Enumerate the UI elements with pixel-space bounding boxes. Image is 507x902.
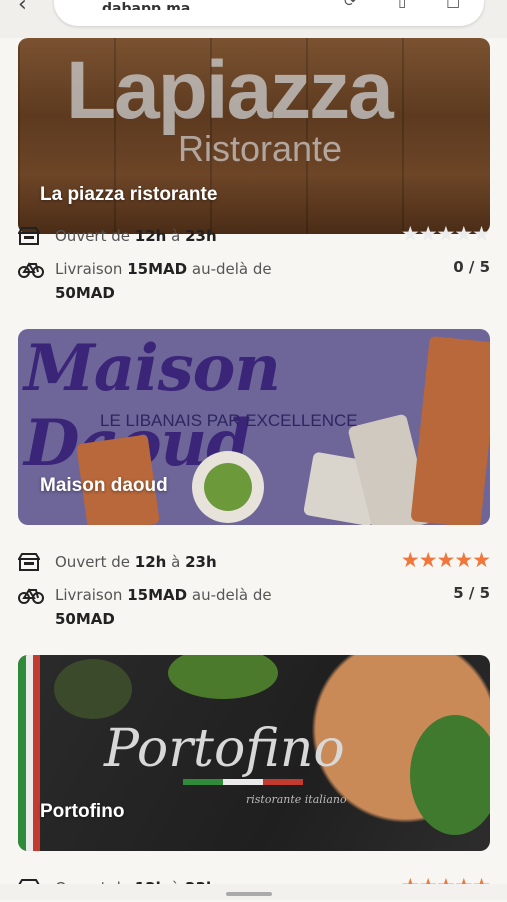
restaurant-logo-sub: ristorante italiano	[246, 793, 347, 806]
delivery-minimum: 50MAD	[55, 610, 115, 628]
share-icon[interactable]: □	[446, 0, 464, 9]
reload-icon[interactable]: ⟳	[344, 0, 362, 9]
opening-hours: Ouvert de 12h à 23h	[55, 553, 217, 571]
star-icon: ★	[454, 548, 473, 572]
bicycle-icon	[18, 586, 44, 604]
star-icon: ★	[454, 222, 473, 246]
flag-stripe-green	[18, 655, 26, 851]
restaurant-logo: Lapiazza	[66, 45, 394, 136]
restaurant-logo-sub: Ristorante	[178, 128, 343, 169]
restaurant-card-la-piazza[interactable]: Lapiazza Ristorante La piazza ristorante	[18, 38, 490, 234]
salad-bowl	[168, 655, 278, 699]
bicycle-icon	[18, 260, 44, 278]
home-indicator[interactable]	[226, 892, 272, 896]
restaurant-card-maison-daoud[interactable]: Maison Daoud LE LIBANAIS PAR EXCELLENCE …	[18, 329, 490, 525]
rating-stars: ★★★★★	[400, 548, 491, 572]
restaurant-tagline: LE LIBANAIS PAR EXCELLENCE	[100, 411, 358, 430]
star-icon: ★	[418, 548, 438, 572]
browser-toolbar: ‹ dabapp.ma ⟳ ▯ □	[0, 0, 507, 38]
star-icon: ★	[400, 222, 420, 246]
olive-bowl	[54, 659, 132, 719]
rating-score: 5 / 5	[453, 584, 490, 602]
store-icon	[17, 226, 42, 245]
opening-hours: Ouvert de 12h à 23h	[55, 227, 217, 245]
restaurant-card-portofino[interactable]: Portofino ristorante italiano Portofino	[18, 655, 490, 851]
star-icon: ★	[418, 222, 438, 246]
restaurant-name[interactable]: Portofino	[40, 801, 124, 823]
star-icon: ★	[400, 548, 420, 572]
back-arrow-icon[interactable]: ‹	[18, 0, 27, 17]
url-text[interactable]: dabapp.ma	[102, 0, 190, 10]
star-icon: ★	[472, 548, 491, 572]
delivery-minimum: 50MAD	[55, 284, 115, 302]
rating-score: 0 / 5	[453, 258, 490, 276]
star-icon: ★	[436, 222, 456, 246]
rating-stars: ★★★★★	[400, 222, 491, 246]
restaurant-logo: Portofino	[104, 719, 345, 779]
restaurant-name[interactable]: La piazza ristorante	[40, 184, 217, 206]
restaurant-name[interactable]: Maison daoud	[40, 475, 168, 497]
logo-flag-underline	[183, 779, 303, 785]
star-icon: ★	[472, 222, 491, 246]
address-bar[interactable]: dabapp.ma ⟳ ▯ □	[54, 0, 484, 26]
salad	[204, 463, 252, 511]
delivery-info: Livraison 15MAD au-delà de	[55, 260, 272, 278]
flag-stripe-white	[26, 655, 33, 851]
store-icon	[17, 552, 42, 571]
basil-leaves	[410, 715, 490, 835]
delivery-info: Livraison 15MAD au-delà de	[55, 586, 272, 604]
star-icon: ★	[436, 548, 456, 572]
flag-stripe-red	[33, 655, 40, 851]
bookmark-icon[interactable]: ▯	[398, 0, 416, 9]
